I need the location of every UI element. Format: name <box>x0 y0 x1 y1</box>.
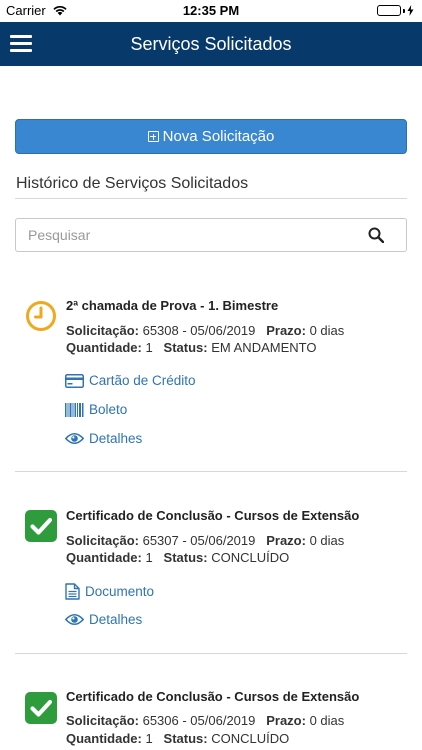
details-link[interactable]: Detalhes <box>65 431 142 446</box>
quantity-label: Quantidade: <box>66 340 142 355</box>
item-request-row: Solicitação: 65306 - 05/06/2019 Prazo: 0… <box>66 713 344 728</box>
checkmark-icon <box>25 510 57 542</box>
battery-icon <box>377 5 414 16</box>
search-input[interactable] <box>28 219 358 251</box>
charging-bolt-icon <box>407 5 414 16</box>
request-label: Solicitação: <box>66 533 139 548</box>
deadline-value: 0 dias <box>309 713 345 728</box>
document-link[interactable]: Documento <box>65 583 154 600</box>
details-label: Detalhes <box>89 612 143 627</box>
deadline-value: 0 dias <box>309 533 345 548</box>
item-request-row: Solicitação: 65307 - 05/06/2019 Prazo: 0… <box>66 533 344 548</box>
quantity-label: Quantidade: <box>66 550 142 565</box>
deadline-label: Prazo: <box>266 713 306 728</box>
nav-bar: Serviços Solicitados <box>0 22 422 66</box>
item-quantity-row: Quantidade: 1 Status: CONCLUÍDO <box>66 550 289 565</box>
document-icon <box>65 583 80 600</box>
divider <box>15 471 407 472</box>
eye-icon <box>65 432 84 445</box>
item-quantity-row: Quantidade: 1 Status: CONCLUÍDO <box>66 731 289 746</box>
clock-icon <box>26 301 56 331</box>
item-quantity-row: Quantidade: 1 Status: EM ANDAMENTO <box>66 340 316 355</box>
details-label: Detalhes <box>89 431 143 446</box>
new-request-button[interactable]: Nova Solicitação <box>15 119 407 154</box>
quantity-label: Quantidade: <box>66 731 142 746</box>
request-value: 65306 - 05/06/2019 <box>142 713 256 728</box>
pay-boleto-link[interactable]: Boleto <box>65 402 127 417</box>
credit-card-icon <box>65 373 84 388</box>
details-link[interactable]: Detalhes <box>65 612 142 627</box>
divider <box>15 653 407 654</box>
history-title: Histórico de Serviços Solicitados <box>16 175 249 192</box>
item-request-row: Solicitação: 65308 - 05/06/2019 Prazo: 0… <box>66 323 344 338</box>
clock-time: 12:35 PM <box>182 3 240 18</box>
status-label: Status: <box>163 340 208 355</box>
status-bar: Carrier 12:35 PM <box>0 0 422 22</box>
eye-icon <box>65 613 84 626</box>
request-value: 65308 - 05/06/2019 <box>142 323 256 338</box>
search-icon[interactable] <box>368 227 384 243</box>
pay-credit-card-link[interactable]: Cartão de Crédito <box>65 373 196 388</box>
plus-square-icon <box>147 131 159 142</box>
status-value: CONCLUÍDO <box>211 731 290 746</box>
deadline-label: Prazo: <box>266 533 306 548</box>
document-label: Documento <box>85 584 155 599</box>
credit-card-label: Cartão de Crédito <box>89 373 196 388</box>
status-label: Status: <box>163 550 208 565</box>
quantity-value: 1 <box>145 340 153 355</box>
checkmark-icon <box>25 692 57 724</box>
request-label: Solicitação: <box>66 713 139 728</box>
search-box <box>15 218 407 252</box>
new-request-label: Nova Solicitação <box>162 128 275 145</box>
request-value: 65307 - 05/06/2019 <box>142 533 256 548</box>
status-label: Status: <box>163 731 208 746</box>
deadline-label: Prazo: <box>266 323 306 338</box>
deadline-value: 0 dias <box>309 323 345 338</box>
status-value: EM ANDAMENTO <box>211 340 317 355</box>
status-value: CONCLUÍDO <box>211 550 290 565</box>
item-title: Certificado de Conclusão - Cursos de Ext… <box>66 689 360 704</box>
item-title: Certificado de Conclusão - Cursos de Ext… <box>66 508 360 523</box>
barcode-icon <box>65 402 84 417</box>
boleto-label: Boleto <box>89 402 128 417</box>
quantity-value: 1 <box>145 550 153 565</box>
item-title: 2ª chamada de Prova - 1. Bimestre <box>66 298 279 313</box>
page-title: Serviços Solicitados <box>130 34 292 54</box>
request-label: Solicitação: <box>66 323 139 338</box>
quantity-value: 1 <box>145 731 153 746</box>
divider <box>15 198 407 199</box>
